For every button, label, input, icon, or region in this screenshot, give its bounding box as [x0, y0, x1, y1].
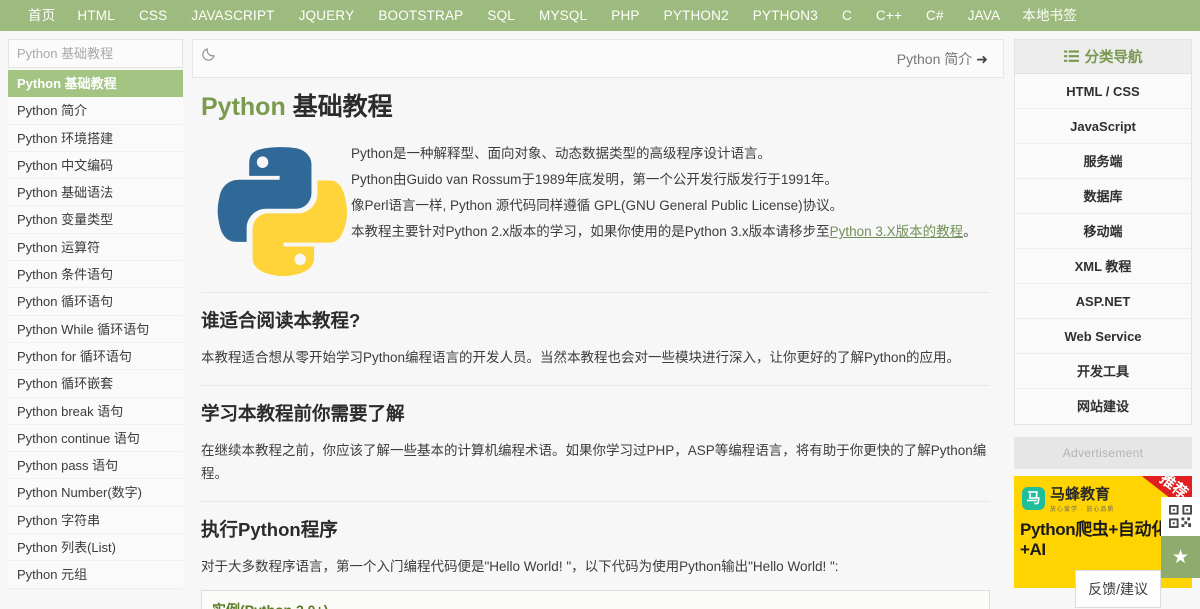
- nav-item-5[interactable]: BOOTSTRAP: [366, 0, 475, 31]
- arrow-right-icon: ➜: [976, 50, 988, 67]
- sidebar-item-18[interactable]: Python 元组: [8, 561, 183, 589]
- moon-icon[interactable]: [201, 40, 218, 67]
- nav-item-10[interactable]: PYTHON3: [741, 0, 830, 31]
- category-item-7[interactable]: Web Service: [1015, 319, 1191, 354]
- top-navigation-bar: 首页 HTML CSS JAVASCRIPT JQUERY BOOTSTRAP SQL MYS…: [0, 0, 1200, 31]
- nav-item-13[interactable]: C#: [914, 0, 956, 31]
- nav-item-6[interactable]: SQL: [475, 0, 527, 31]
- section-body-2: 对于大多数程序语言，第一个入门编程代码便是"Hello World! "，以下代…: [201, 559, 839, 575]
- section-heading-2: 执行Python程序: [201, 519, 338, 541]
- main-content: Python 简介 ➜ Python 基础教程 Python是一种解释型、面向对象…: [183, 31, 1014, 609]
- intro-paragraph-1: Python由Guido van Rossum于1989年底发明，第一个公开发行…: [351, 172, 838, 188]
- nav-item-1[interactable]: HTML: [65, 0, 127, 31]
- category-item-9[interactable]: 网站建设: [1015, 389, 1191, 424]
- section-body-1: 在继续本教程之前，你应该了解一些基本的计算机编程术语。如果你学习过PHP，ASP…: [201, 443, 987, 482]
- nav-item-12[interactable]: C++: [864, 0, 914, 31]
- section-divider-2: [201, 501, 990, 503]
- sidebar-item-1[interactable]: Python 简介: [8, 97, 183, 125]
- intro-last-prefix: 本教程主要针对Python 2.x版本的学习，如果你使用的是Python 3.x…: [351, 224, 830, 240]
- side-widget-stack: ★: [1161, 497, 1200, 578]
- sidebar-item-12[interactable]: Python break 语句: [8, 397, 183, 425]
- nav-item-15[interactable]: 本地书签: [1012, 0, 1087, 31]
- category-item-0[interactable]: HTML / CSS: [1015, 74, 1191, 109]
- advertisement-label: Advertisement: [1014, 437, 1192, 469]
- category-item-1[interactable]: JavaScript: [1015, 109, 1191, 144]
- sidebar-item-2[interactable]: Python 环境搭建: [8, 124, 183, 152]
- article-sections: 谁适合阅读本教程? 本教程适合想从零开始学习Python编程语言的开发人员。当然本…: [201, 292, 990, 578]
- star-icon[interactable]: ★: [1161, 536, 1200, 578]
- sidebar-item-16[interactable]: Python 字符串: [8, 506, 183, 535]
- ad-brand-tagline: 放心爱学 · 放心品质: [1050, 507, 1115, 513]
- breadcrumb-bar: Python 简介 ➜: [192, 39, 1004, 78]
- category-nav-header: 分类导航: [1015, 40, 1191, 74]
- nav-item-4[interactable]: JQUERY: [287, 0, 367, 31]
- nav-item-14[interactable]: JAVA: [956, 0, 1013, 31]
- intro-paragraph-0: Python是一种解释型、面向对象、动态数据类型的高级程序设计语言。: [351, 146, 772, 162]
- ad-logo-icon: 马: [1022, 486, 1045, 510]
- sidebar-item-3[interactable]: Python 中文编码: [8, 151, 183, 180]
- sidebar-item-6[interactable]: Python 运算符: [8, 233, 183, 262]
- category-item-4[interactable]: 移动端: [1015, 214, 1191, 249]
- category-item-6[interactable]: ASP.NET: [1015, 284, 1191, 319]
- code-example-title: 实例(Python 2.0+): [212, 600, 979, 609]
- category-item-8[interactable]: 开发工具: [1015, 354, 1191, 389]
- page-title: Python 基础教程: [201, 92, 990, 123]
- nav-item-2[interactable]: CSS: [127, 0, 179, 31]
- left-sidebar: Python 基础教程Python 简介Python 环境搭建Python 中文…: [0, 31, 215, 589]
- nav-item-11[interactable]: C: [830, 0, 864, 31]
- intro-last-suffix: 。: [963, 224, 977, 240]
- feedback-button[interactable]: 反馈/建议: [1075, 570, 1161, 608]
- nav-item-9[interactable]: PYTHON2: [652, 0, 741, 31]
- category-item-3[interactable]: 数据库: [1015, 179, 1191, 214]
- python3-tutorial-link[interactable]: Python 3.X版本的教程: [830, 224, 964, 239]
- page-body: Python 基础教程Python 简介Python 环境搭建Python 中文…: [0, 31, 1200, 609]
- sidebar-item-5[interactable]: Python 变量类型: [8, 206, 183, 234]
- code-example-box: 实例(Python 2.0+) #!/usr/bin/python: [201, 590, 990, 609]
- python-logo-icon: [201, 137, 351, 277]
- section-heading-1: 学习本教程前你需要了解: [201, 403, 405, 425]
- list-icon: [1063, 50, 1079, 63]
- sidebar-item-8[interactable]: Python 循环语句: [8, 288, 183, 316]
- sidebar-item-9[interactable]: Python While 循环语句: [8, 315, 183, 343]
- sidebar-item-17[interactable]: Python 列表(List): [8, 534, 183, 562]
- sidebar-search-row: [8, 39, 215, 68]
- category-item-2[interactable]: 服务端: [1015, 144, 1191, 179]
- qr-code-icon[interactable]: [1161, 497, 1200, 536]
- search-input[interactable]: [9, 46, 201, 61]
- page-title-dark: 基础教程: [292, 93, 393, 121]
- section-divider-0: [201, 292, 990, 294]
- nav-item-0[interactable]: 首页: [18, 0, 65, 31]
- intro-paragraphs: Python是一种解释型、面向对象、动态数据类型的高级程序设计语言。 Python…: [351, 137, 990, 245]
- sidebar-item-4[interactable]: Python 基础语法: [8, 179, 183, 207]
- next-page-link[interactable]: Python 简介 ➜: [897, 49, 988, 69]
- section-body-0: 本教程适合想从零开始学习Python编程语言的开发人员。当然本教程也会对一些模块…: [201, 350, 961, 366]
- category-nav-box: 分类导航 HTML / CSS JavaScript 服务端 数据库 移动端 XML 教程…: [1014, 39, 1192, 425]
- sidebar-item-15[interactable]: Python Number(数字): [8, 479, 183, 507]
- nav-item-7[interactable]: MYSQL: [527, 0, 599, 31]
- sidebar-item-14[interactable]: Python pass 语句: [8, 452, 183, 480]
- sidebar-item-10[interactable]: Python for 循环语句: [8, 342, 183, 371]
- section-divider-1: [201, 385, 990, 387]
- sidebar-menu: Python 基础教程 Python 简介 Python 环境搭建 Python 中文…: [8, 70, 183, 589]
- category-item-5[interactable]: XML 教程: [1015, 249, 1191, 284]
- category-list: HTML / CSS JavaScript 服务端 数据库 移动端 XML 教程 ASP.N…: [1015, 74, 1191, 424]
- sidebar-item-7[interactable]: Python 条件语句: [8, 261, 183, 289]
- intro-paragraph-2: 像Perl语言一样, Python 源代码同样遵循 GPL(GNU Genera…: [351, 198, 844, 214]
- sidebar-item-13[interactable]: Python continue 语句: [8, 424, 183, 453]
- next-page-label: Python 简介: [896, 50, 973, 67]
- intro-paragraph-last: 本教程主要针对Python 2.x版本的学习，如果你使用的是Python 3.x…: [351, 219, 990, 245]
- section-heading-0: 谁适合阅读本教程?: [201, 310, 361, 332]
- page-title-green: Python: [201, 93, 286, 121]
- intro-block: Python是一种解释型、面向对象、动态数据类型的高级程序设计语言。 Python…: [201, 137, 990, 277]
- nav-item-8[interactable]: PHP: [599, 0, 651, 31]
- sidebar-item-11[interactable]: Python 循环嵌套: [8, 370, 183, 398]
- category-nav-title: 分类导航: [1084, 50, 1143, 66]
- nav-item-3[interactable]: JAVASCRIPT: [179, 0, 286, 31]
- article: Python 基础教程 Python是一种解释型、面向对象、动态数据类型的高级程…: [192, 78, 1004, 609]
- sidebar-item-0[interactable]: Python 基础教程: [8, 70, 183, 98]
- ad-brand-name: 马蜂教育: [1050, 486, 1111, 503]
